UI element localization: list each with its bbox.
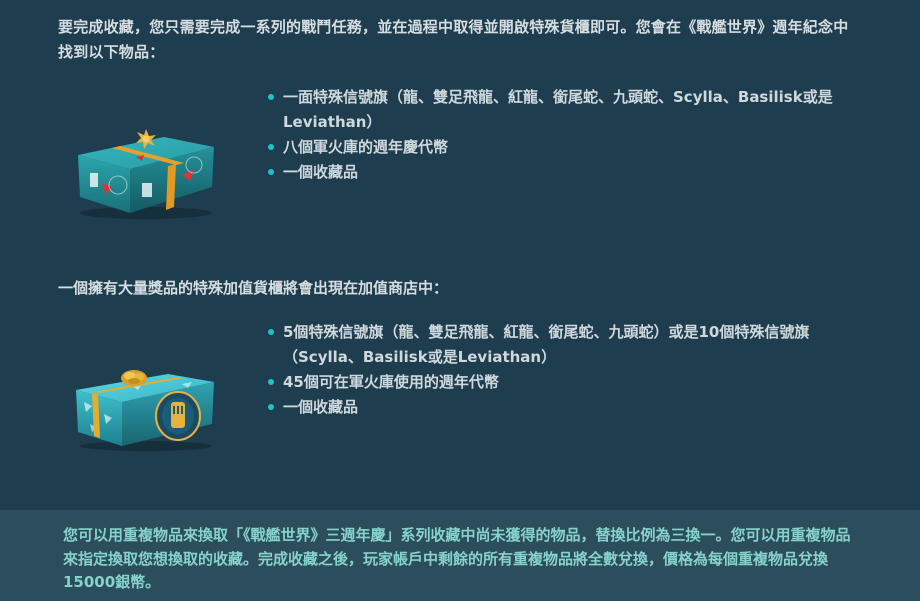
standard-rewards-list: 一面特殊信號旗（龍、雙足飛龍、紅龍、銜尾蛇、九頭蛇、Scylla、Basilis… bbox=[268, 85, 858, 185]
list-item-text: 一個收藏品 bbox=[283, 163, 359, 181]
bullet-icon bbox=[268, 379, 274, 385]
list-item-text: 八個軍火庫的週年慶代幣 bbox=[283, 138, 449, 156]
premium-rewards-list: 5個特殊信號旗（龍、雙足飛龍、紅龍、銜尾蛇、九頭蛇）或是10個特殊信號旗（Scy… bbox=[268, 320, 858, 420]
list-item: 5個特殊信號旗（龍、雙足飛龍、紅龍、銜尾蛇、九頭蛇）或是10個特殊信號旗（Scy… bbox=[268, 320, 858, 370]
premium-container-heading: 一個擁有大量獎品的特殊加值貨櫃將會出現在加值商店中： bbox=[58, 279, 449, 297]
list-item: 45個可在軍火庫使用的週年代幣 bbox=[268, 370, 858, 395]
bullet-icon bbox=[268, 169, 274, 175]
bullet-icon bbox=[268, 329, 274, 335]
bullet-icon bbox=[268, 404, 274, 410]
list-item-text: 45個可在軍火庫使用的週年代幣 bbox=[283, 373, 499, 391]
bullet-icon bbox=[268, 94, 274, 100]
premium-gift-box-icon bbox=[76, 370, 214, 451]
bullet-icon bbox=[268, 144, 274, 150]
duplicate-exchange-text: 您可以用重複物品來換取「《戰艦世界》三週年慶」系列收藏中尚未獲得的物品，替換比例… bbox=[63, 526, 851, 591]
list-item: 八個軍火庫的週年慶代幣 bbox=[268, 135, 858, 160]
list-item: 一個收藏品 bbox=[268, 160, 858, 185]
list-item-text: 一個收藏品 bbox=[283, 398, 359, 416]
gift-box-image-premium bbox=[72, 362, 217, 452]
gift-box-icon bbox=[78, 129, 214, 219]
list-item-text: 一面特殊信號旗（龍、雙足飛龍、紅龍、銜尾蛇、九頭蛇、Scylla、Basilis… bbox=[283, 88, 833, 131]
page: 要完成收藏，您只需要完成一系列的戰鬥任務，並在過程中取得並開啟特殊貨櫃即可。您會… bbox=[0, 0, 920, 601]
list-item: 一個收藏品 bbox=[268, 395, 858, 420]
list-item: 一面特殊信號旗（龍、雙足飛龍、紅龍、銜尾蛇、九頭蛇、Scylla、Basilis… bbox=[268, 85, 858, 135]
list-item-text: 5個特殊信號旗（龍、雙足飛龍、紅龍、銜尾蛇、九頭蛇）或是10個特殊信號旗（Scy… bbox=[283, 323, 810, 366]
gift-box-image-standard bbox=[72, 125, 217, 220]
intro-paragraph: 要完成收藏，您只需要完成一系列的戰鬥任務，並在過程中取得並開啟特殊貨櫃即可。您會… bbox=[58, 18, 849, 61]
duplicate-exchange-note: 您可以用重複物品來換取「《戰艦世界》三週年慶」系列收藏中尚未獲得的物品，替換比例… bbox=[0, 510, 920, 601]
